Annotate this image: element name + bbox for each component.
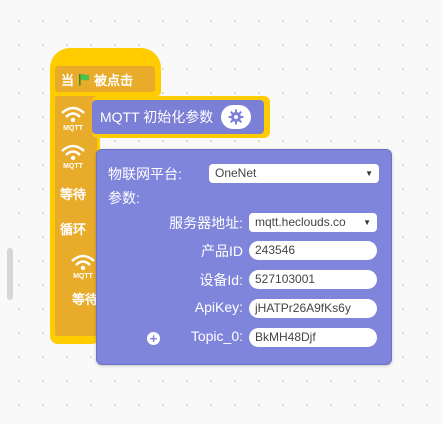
wait-block-label-bottom[interactable]: 等待 [72, 289, 98, 308]
svg-text:MQTT: MQTT [63, 163, 84, 170]
wait-block-label[interactable]: 等待 [60, 184, 86, 203]
device-id-label: 设备Id: [199, 272, 243, 288]
svg-text:MQTT: MQTT [73, 273, 94, 280]
topic-0-input[interactable]: BkMH48Djf [249, 328, 377, 347]
api-key-input[interactable]: jHATPr26A9fKs6y [249, 299, 377, 318]
server-address-label: 服务器地址: [169, 215, 243, 231]
wifi-mqtt-icon: MQTT [61, 144, 85, 170]
green-flag-icon [79, 73, 90, 85]
chevron-down-icon: ▼ [363, 218, 371, 227]
when-flag-clicked-block[interactable]: 当 被点击 [55, 66, 155, 92]
product-id-value: 243546 [255, 243, 296, 257]
chevron-down-icon: ▼ [365, 169, 373, 178]
platform-select[interactable]: OneNet ▼ [209, 164, 379, 183]
api-key-value: jHATPr26A9fKs6y [255, 301, 351, 315]
device-id-value: 527103001 [255, 272, 316, 286]
gear-icon [228, 109, 244, 125]
server-address-value: mqtt.heclouds.co [255, 215, 346, 229]
api-key-label: ApiKey: [194, 299, 243, 315]
mqtt-init-label: MQTT 初始化参数 [100, 109, 214, 125]
gear-button[interactable] [221, 105, 252, 129]
wifi-mqtt-icon: MQTT [71, 254, 95, 280]
hat-label-clicked: 被点击 [94, 72, 134, 88]
loop-block-label[interactable]: 循环 [60, 219, 86, 238]
hat-label-when: 当 [61, 72, 75, 88]
device-id-input[interactable]: 527103001 [249, 270, 377, 289]
params-label: 参数: [108, 190, 140, 206]
wifi-mqtt-icon: MQTT [61, 106, 85, 132]
topic-0-value: BkMH48Djf [255, 330, 316, 344]
svg-text:MQTT: MQTT [63, 125, 84, 132]
plus-circle-icon[interactable]: + [147, 332, 160, 345]
product-id-label: 产品ID [201, 243, 243, 259]
product-id-input[interactable]: 243546 [249, 241, 377, 260]
scrollbar-handle[interactable] [7, 248, 13, 300]
platform-label: 物联网平台: [108, 166, 182, 182]
platform-select-value: OneNet [215, 166, 257, 180]
mqtt-init-block[interactable]: MQTT 初始化参数 [92, 100, 264, 134]
mqtt-params-panel: 物联网平台: OneNet ▼ 参数: 服务器地址: mqtt.heclouds… [96, 149, 392, 365]
topic-0-label: Topic_0: [190, 328, 243, 344]
server-address-select[interactable]: mqtt.heclouds.co ▼ [249, 213, 377, 232]
